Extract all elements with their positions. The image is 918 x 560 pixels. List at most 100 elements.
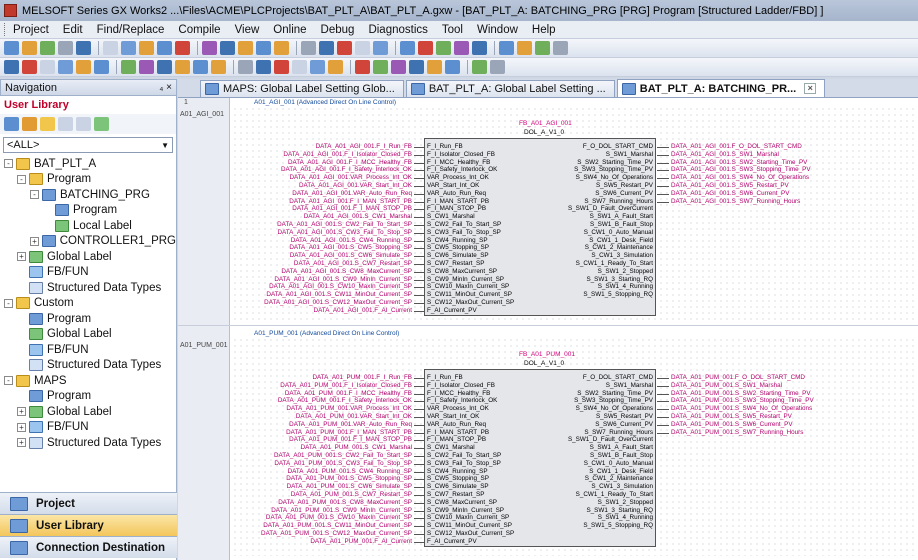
toolbar-button-icon[interactable] (535, 41, 550, 55)
input-variable-label[interactable]: DATA_A01_PUM_001.S_CW2_Fail_To_Start_SP (274, 452, 412, 459)
input-variable-label[interactable]: DATA_A01_AGI_001.S_CW2_Fail_To_Start_SP (277, 221, 412, 228)
expand-toggle-icon[interactable]: + (30, 236, 39, 246)
toolbar-button-icon[interactable] (94, 60, 109, 74)
toolbar-button-icon[interactable] (256, 41, 271, 55)
tree-node[interactable]: FB/FUN (2, 342, 176, 358)
view-icon[interactable] (4, 117, 19, 131)
toolbar-button-icon[interactable] (499, 41, 514, 55)
output-variable-label[interactable]: DATA_A01_PUM_001.S_SW4_No_Of_Operations (671, 405, 812, 412)
tree-node[interactable]: + CONTROLLER1_PRG (2, 234, 176, 250)
output-variable-label[interactable]: DATA_A01_AGI_001.S_SW4_No_Of_Operations (671, 174, 809, 181)
input-variable-label[interactable]: DATA_A01_AGI_001.VAR_Process_Int_OK (289, 174, 412, 181)
input-variable-label[interactable]: DATA_A01_AGI_001.VAR_Start_Int_OK (299, 182, 412, 189)
input-variable-label[interactable]: DATA_A01_PUM_001.F_I_MCC_Healthy_FB (285, 390, 412, 397)
input-variable-label[interactable]: DATA_A01_AGI_001.S_CW12_MaxOut_Current_S… (264, 299, 412, 306)
tree-node[interactable]: Structured Data Types (2, 358, 176, 374)
input-variable-label[interactable]: DATA_A01_PUM_001.VAR_Auto_Run_Req (289, 421, 412, 428)
menu-online[interactable]: Online (273, 24, 306, 36)
menu-view[interactable]: View (235, 24, 260, 36)
toolbar-button-icon[interactable] (175, 60, 190, 74)
toolbar-button-icon[interactable] (22, 60, 37, 74)
toolbar-button-icon[interactable] (238, 60, 253, 74)
expand-toggle-icon[interactable]: - (4, 298, 13, 308)
new-folder-icon[interactable] (40, 117, 55, 131)
tree-node[interactable]: Program (2, 311, 176, 327)
output-variable-label[interactable]: DATA_A01_AGI_001.S_SW3_Stopping_Time_PV (671, 166, 811, 173)
toolbar-button-icon[interactable] (274, 60, 289, 74)
toolbar-button-icon[interactable] (373, 60, 388, 74)
toolbar-button-icon[interactable] (121, 60, 136, 74)
input-variable-label[interactable]: DATA_A01_AGI_001.S_CW4_Running_SP (291, 237, 412, 244)
toolbar-button-icon[interactable] (76, 41, 91, 55)
nav-button[interactable]: User Library (0, 514, 177, 536)
toolbar-button-icon[interactable] (517, 41, 532, 55)
output-variable-label[interactable]: DATA_A01_PUM_001.S_SW5_Restart_PV (671, 413, 792, 420)
input-variable-label[interactable]: DATA_A01_AGI_001.VAR_Auto_Run_Req (292, 190, 412, 197)
output-variable-label[interactable]: DATA_A01_AGI_001.F_O_DOL_START_CMD (671, 143, 802, 150)
input-variable-label[interactable]: DATA_A01_PUM_001.S_CW1_Marshal (301, 444, 412, 451)
toolbar-button-icon[interactable] (4, 41, 19, 55)
document-tab[interactable]: MAPS: Global Label Setting Glob... (200, 80, 404, 97)
toolbar-button-icon[interactable] (472, 41, 487, 55)
expand-toggle-icon[interactable]: + (17, 252, 26, 262)
expand-toggle-icon[interactable]: + (17, 422, 26, 432)
toolbar-button-icon[interactable] (490, 60, 505, 74)
output-variable-label[interactable]: DATA_A01_PUM_001.S_SW7_Running_Hours (671, 429, 803, 436)
tree-node[interactable]: + FB/FUN (2, 420, 176, 436)
input-variable-label[interactable]: DATA_A01_AGI_001.F_I_MAN_STOP_PB (292, 205, 412, 212)
toolbar-button-icon[interactable] (76, 60, 91, 74)
input-variable-label[interactable]: DATA_A01_AGI_001.S_CW1_Marshal (304, 213, 412, 220)
close-icon[interactable]: × (804, 83, 817, 94)
tree-node[interactable]: - MAPS (2, 373, 176, 389)
menu-project[interactable]: Project (13, 24, 49, 36)
input-variable-label[interactable]: DATA_A01_PUM_001.VAR_Start_Int_OK (296, 413, 412, 420)
input-variable-label[interactable]: DATA_A01_PUM_001.F_I_Isolator_Closed_FB (280, 382, 412, 389)
toolbar-button-icon[interactable] (373, 41, 388, 55)
toolbar-button-icon[interactable] (157, 41, 172, 55)
toolbar-button-icon[interactable] (238, 41, 253, 55)
toolbar-button-icon[interactable] (409, 60, 424, 74)
output-variable-label[interactable]: DATA_A01_AGI_001.S_SW2_Starting_Time_PV (671, 159, 807, 166)
toolbar-button-icon[interactable] (328, 60, 343, 74)
toolbar-button-icon[interactable] (220, 41, 235, 55)
toolbar-button-icon[interactable] (40, 41, 55, 55)
menu-debug[interactable]: Debug (321, 24, 355, 36)
tree-node[interactable]: - BAT_PLT_A (2, 156, 176, 172)
toolbar-button-icon[interactable] (445, 60, 460, 74)
refresh-icon[interactable] (94, 117, 109, 131)
document-tab[interactable]: BAT_PLT_A: BATCHING_PR... × (616, 79, 826, 97)
fb-instance-name[interactable]: FB_A01_AGI_001 (519, 120, 572, 127)
expand-toggle-icon[interactable]: + (17, 407, 26, 417)
tree-node[interactable]: Global Label (2, 327, 176, 343)
input-variable-label[interactable]: DATA_A01_PUM_001.S_CW9_MinIn_Current_SP (271, 507, 412, 514)
properties-icon[interactable] (76, 117, 91, 131)
input-variable-label[interactable]: DATA_A01_AGI_001.S_CW5_Stopping_SP (289, 244, 412, 251)
toolbar-button-icon[interactable] (139, 60, 154, 74)
toolbar-button-icon[interactable] (58, 41, 73, 55)
output-variable-label[interactable]: DATA_A01_AGI_001.S_SW5_Restart_PV (671, 182, 789, 189)
input-variable-label[interactable]: DATA_A01_AGI_001.S_CW3_Fail_To_Stop_SP (277, 229, 412, 236)
home-icon[interactable] (22, 117, 37, 131)
output-variable-label[interactable]: DATA_A01_PUM_001.F_O_DOL_START_CMD (671, 374, 805, 381)
menu-help[interactable]: Help (532, 24, 556, 36)
input-variable-label[interactable]: DATA_A01_PUM_001.F_I_MAN_STOP_PB (289, 436, 412, 443)
toolbar-button-icon[interactable] (301, 41, 316, 55)
toolbar-button-icon[interactable] (193, 60, 208, 74)
input-variable-label[interactable]: DATA_A01_PUM_001.S_CW7_Restart_SP (291, 491, 412, 498)
toolbar-button-icon[interactable] (355, 41, 370, 55)
document-tab[interactable]: BAT_PLT_A: Global Label Setting ... (405, 80, 615, 97)
output-variable-label[interactable]: DATA_A01_AGI_001.S_SW6_Current_PV (671, 190, 789, 197)
toolbar-button-icon[interactable] (418, 41, 433, 55)
input-variable-label[interactable]: DATA_A01_AGI_001.S_CW8_MaxCurrent_SP (281, 268, 412, 275)
input-variable-label[interactable]: DATA_A01_PUM_001.S_CW8_MaxCurrent_SP (278, 499, 412, 506)
toolbar-button-icon[interactable] (292, 60, 307, 74)
input-variable-label[interactable]: DATA_A01_PUM_001.S_CW10_MaxIn_Current_SP (266, 514, 412, 521)
input-variable-label[interactable]: DATA_A01_AGI_001.S_CW6_Simulate_SP (290, 252, 412, 259)
toolbar-button-icon[interactable] (256, 60, 271, 74)
toolbar-button-icon[interactable] (157, 60, 172, 74)
menu-compile[interactable]: Compile (178, 24, 220, 36)
toolbar-button-icon[interactable] (427, 60, 442, 74)
toolbar-button-icon[interactable] (4, 60, 19, 74)
tree-node[interactable]: Program (2, 389, 176, 405)
pin-close-icons[interactable]: ₄ × (159, 82, 172, 93)
